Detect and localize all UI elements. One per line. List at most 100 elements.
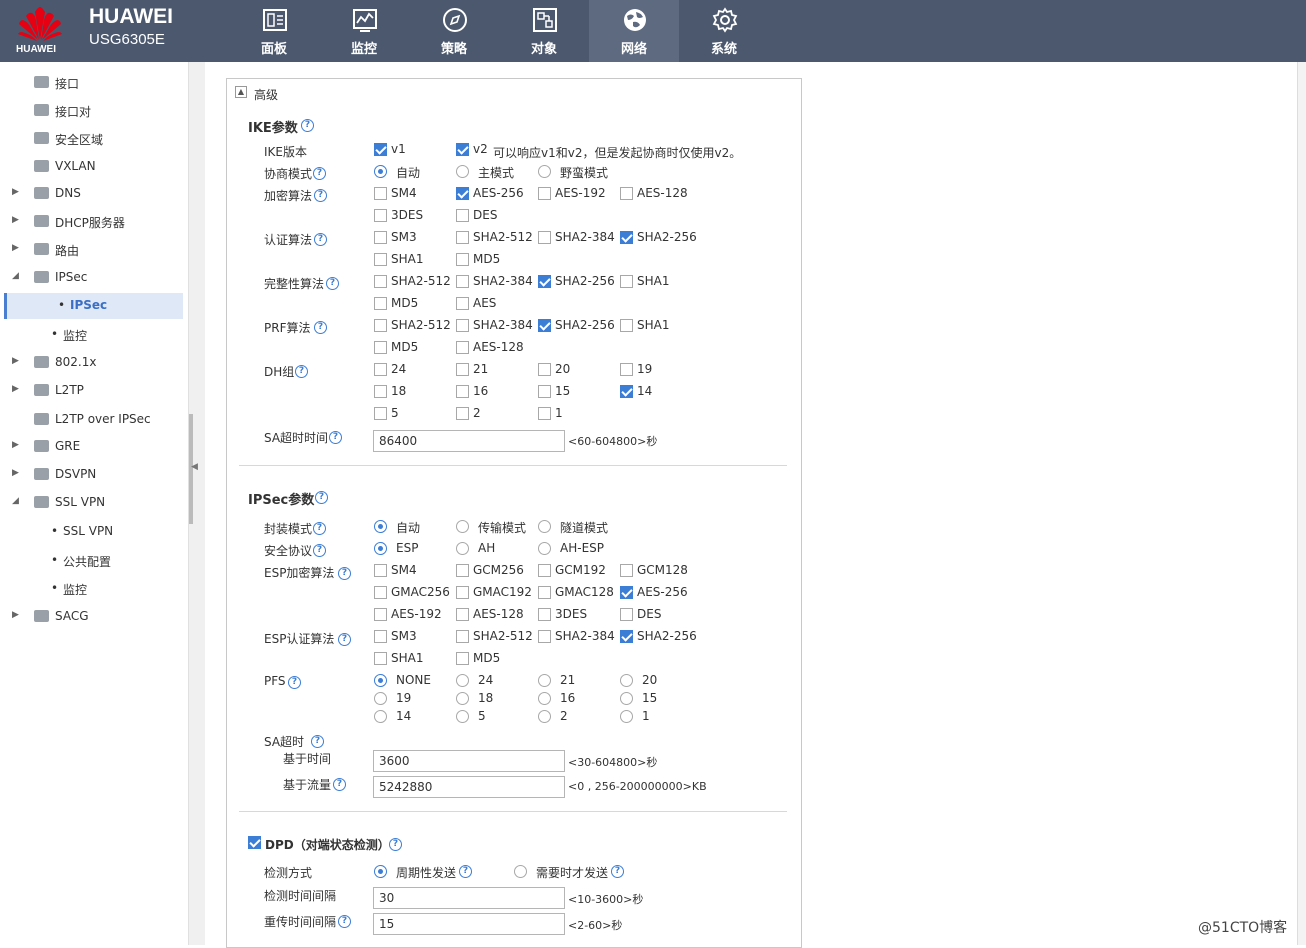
sidebar-item[interactable]: ◢ IPSec bbox=[0, 265, 188, 291]
checkbox[interactable] bbox=[538, 385, 551, 398]
expand-toggle-icon[interactable]: ▶ bbox=[12, 243, 19, 253]
checkbox[interactable] bbox=[456, 407, 469, 420]
checkbox[interactable] bbox=[620, 231, 633, 244]
checkbox[interactable] bbox=[374, 363, 387, 376]
dpd-retry-input[interactable]: 15 bbox=[373, 913, 565, 935]
checkbox[interactable] bbox=[620, 319, 633, 332]
help-icon[interactable]: ? bbox=[329, 431, 342, 444]
sidebar-item[interactable]: ▶ SACG bbox=[0, 604, 188, 630]
sa-timeout-input[interactable]: 86400 bbox=[373, 430, 565, 452]
sidebar-item[interactable]: L2TP over IPSec bbox=[0, 407, 188, 433]
checkbox[interactable] bbox=[374, 608, 387, 621]
checkbox[interactable] bbox=[374, 319, 387, 332]
checkbox[interactable] bbox=[456, 297, 469, 310]
help-icon[interactable]: ? bbox=[338, 915, 351, 928]
vertical-scrollbar[interactable] bbox=[1297, 62, 1306, 945]
radio-button[interactable] bbox=[456, 542, 469, 555]
dpd-interval-input[interactable]: 30 bbox=[373, 887, 565, 909]
radio-button[interactable] bbox=[374, 710, 387, 723]
checkbox[interactable] bbox=[374, 652, 387, 665]
help-icon[interactable]: ? bbox=[315, 491, 328, 504]
sidebar-item[interactable]: ▶ 路由 bbox=[0, 237, 188, 263]
checkbox[interactable] bbox=[456, 319, 469, 332]
checkbox[interactable] bbox=[456, 275, 469, 288]
help-icon[interactable]: ? bbox=[314, 189, 327, 202]
radio-button[interactable] bbox=[538, 710, 551, 723]
radio-button[interactable] bbox=[374, 520, 387, 533]
sidebar-item[interactable]: ▶ L2TP bbox=[0, 378, 188, 404]
checkbox[interactable] bbox=[374, 253, 387, 266]
sidebar-item[interactable]: ▶ 802.1x bbox=[0, 350, 188, 376]
radio-button[interactable] bbox=[456, 520, 469, 533]
expand-toggle-icon[interactable]: ▶ bbox=[12, 468, 19, 478]
help-icon[interactable]: ? bbox=[611, 865, 624, 878]
help-icon[interactable]: ? bbox=[314, 233, 327, 246]
collapse-arrow-icon[interactable]: ◀ bbox=[191, 462, 198, 472]
sidebar-item[interactable]: VXLAN bbox=[0, 154, 188, 180]
checkbox[interactable] bbox=[620, 608, 633, 621]
checkbox[interactable] bbox=[374, 187, 387, 200]
help-icon[interactable]: ? bbox=[313, 167, 326, 180]
sidebar-item[interactable]: ▶ DSVPN bbox=[0, 462, 188, 488]
checkbox[interactable] bbox=[374, 407, 387, 420]
sidebar-item[interactable]: ▶ DHCP服务器 bbox=[0, 209, 188, 235]
sidebar-item[interactable]: • 监控 bbox=[0, 322, 188, 348]
checkbox[interactable] bbox=[374, 209, 387, 222]
expand-toggle-icon[interactable]: ◢ bbox=[12, 496, 19, 506]
radio-button[interactable] bbox=[538, 692, 551, 705]
radio-button[interactable] bbox=[538, 520, 551, 533]
checkbox[interactable] bbox=[456, 652, 469, 665]
radio-button[interactable] bbox=[620, 710, 633, 723]
checkbox[interactable] bbox=[620, 564, 633, 577]
sidebar-item[interactable]: 接口对 bbox=[0, 98, 188, 124]
checkbox[interactable] bbox=[456, 253, 469, 266]
expand-toggle-icon[interactable]: ▶ bbox=[12, 384, 19, 394]
help-icon[interactable]: ? bbox=[313, 522, 326, 535]
radio-button[interactable] bbox=[456, 674, 469, 687]
sidebar-item[interactable]: ▶ GRE bbox=[0, 434, 188, 460]
help-icon[interactable]: ? bbox=[314, 321, 327, 334]
nav-tab-network[interactable]: 网络 bbox=[589, 0, 679, 62]
sidebar-splitter[interactable]: ◀ bbox=[188, 62, 205, 945]
help-icon[interactable]: ? bbox=[338, 633, 351, 646]
checkbox[interactable] bbox=[538, 630, 551, 643]
help-icon[interactable]: ? bbox=[338, 567, 351, 580]
checkbox[interactable] bbox=[620, 363, 633, 376]
checkbox[interactable] bbox=[456, 608, 469, 621]
checkbox[interactable] bbox=[456, 385, 469, 398]
checkbox[interactable] bbox=[456, 363, 469, 376]
nav-tab-object[interactable]: 对象 bbox=[499, 0, 589, 62]
radio-button[interactable] bbox=[620, 674, 633, 687]
checkbox[interactable] bbox=[538, 608, 551, 621]
radio-button[interactable] bbox=[538, 542, 551, 555]
nav-tab-system[interactable]: 系统 bbox=[679, 0, 769, 62]
radio-button[interactable] bbox=[538, 165, 551, 178]
checkbox[interactable] bbox=[374, 385, 387, 398]
help-icon[interactable]: ? bbox=[301, 119, 314, 132]
sidebar-item[interactable]: ▶ DNS bbox=[0, 181, 188, 207]
checkbox[interactable] bbox=[374, 630, 387, 643]
checkbox[interactable] bbox=[620, 275, 633, 288]
radio-button[interactable] bbox=[374, 542, 387, 555]
checkbox[interactable] bbox=[538, 187, 551, 200]
collapse-toggle-icon[interactable]: ▲ bbox=[235, 86, 247, 98]
checkbox[interactable] bbox=[620, 586, 633, 599]
checkbox[interactable] bbox=[538, 231, 551, 244]
checkbox[interactable] bbox=[538, 564, 551, 577]
checkbox[interactable] bbox=[538, 275, 551, 288]
radio-button[interactable] bbox=[456, 165, 469, 178]
radio-button[interactable] bbox=[374, 692, 387, 705]
checkbox[interactable] bbox=[538, 363, 551, 376]
help-icon[interactable]: ? bbox=[313, 544, 326, 557]
help-icon[interactable]: ? bbox=[333, 778, 346, 791]
checkbox[interactable] bbox=[538, 586, 551, 599]
checkbox[interactable] bbox=[620, 630, 633, 643]
sidebar-item[interactable]: 安全区域 bbox=[0, 126, 188, 152]
sidebar-item[interactable]: • 公共配置 bbox=[0, 548, 188, 574]
dpd-enable-checkbox[interactable] bbox=[248, 836, 261, 849]
checkbox[interactable] bbox=[456, 586, 469, 599]
nav-tab-dashboard[interactable]: 面板 bbox=[229, 0, 319, 62]
help-icon[interactable]: ? bbox=[311, 735, 324, 748]
sidebar-item[interactable]: • SSL VPN bbox=[0, 519, 188, 545]
sidebar-item[interactable]: • IPSec bbox=[4, 293, 183, 319]
